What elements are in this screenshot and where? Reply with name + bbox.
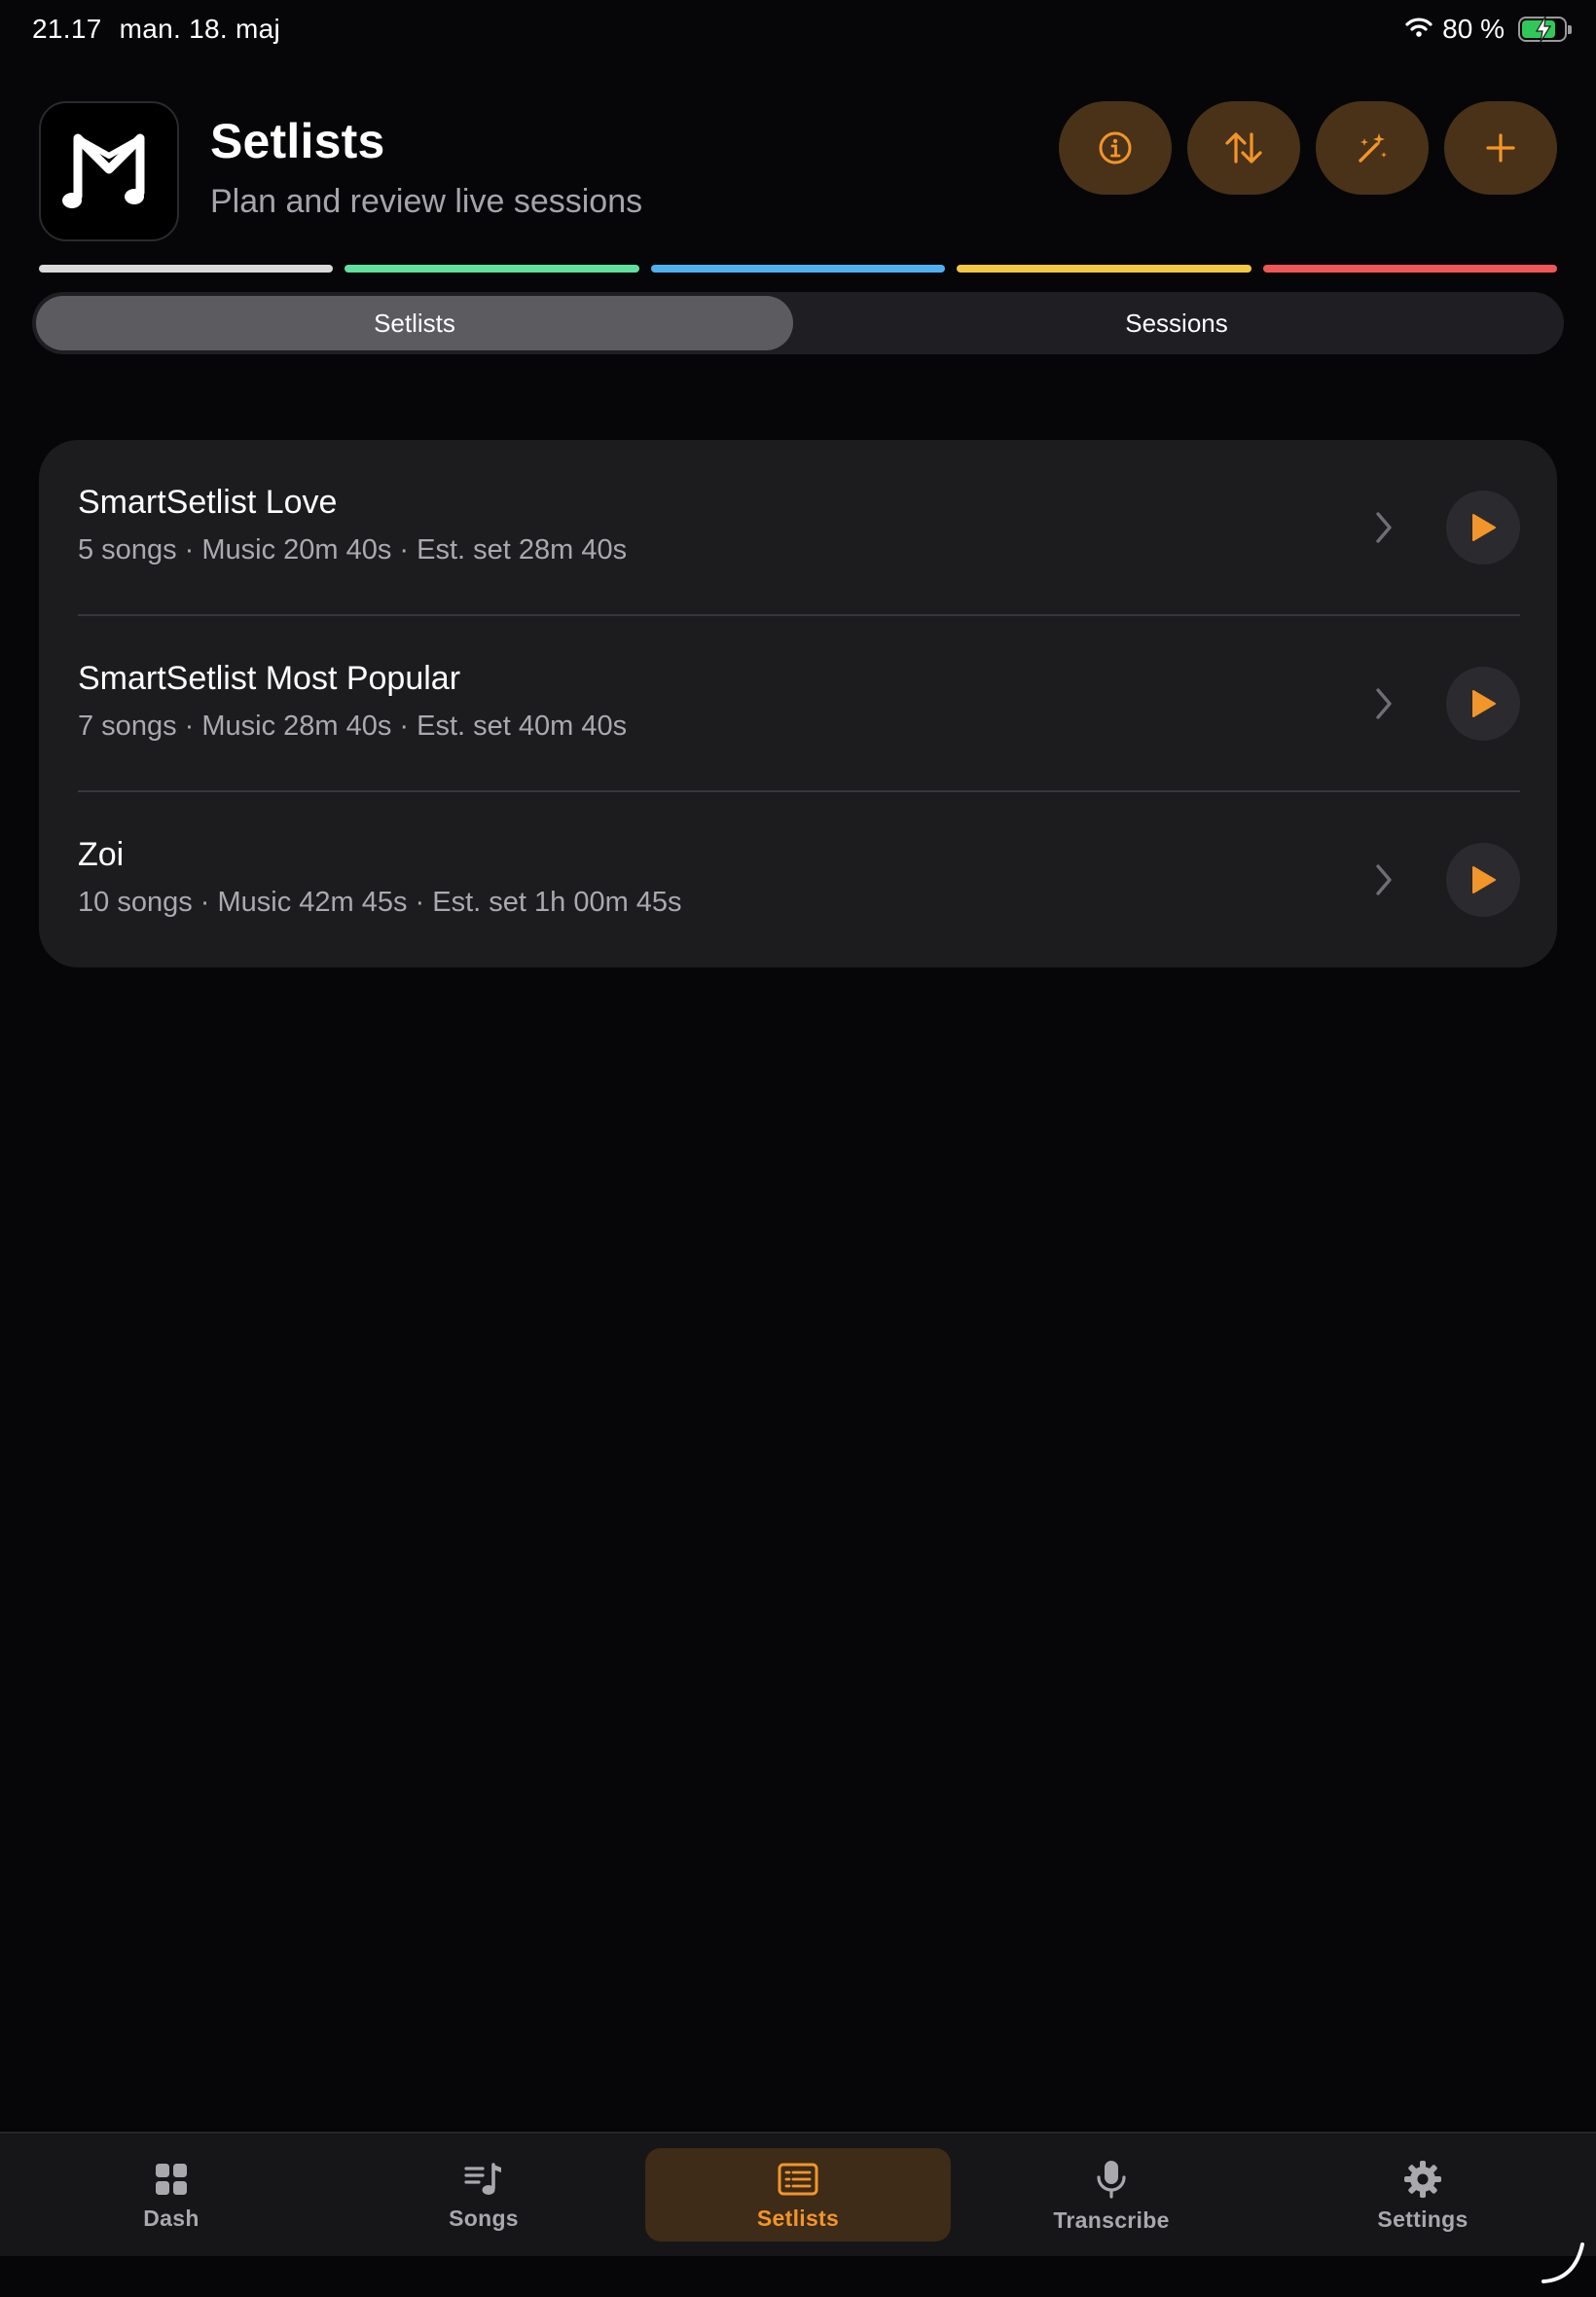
status-indicators: 80 % [1405, 14, 1572, 45]
microphone-icon [1097, 2160, 1126, 2199]
tab-transcribe[interactable]: Transcribe [956, 2133, 1267, 2258]
smart-generate-button[interactable] [1316, 101, 1429, 195]
status-time: 21.17 [32, 14, 102, 44]
segment-sessions[interactable]: Sessions [793, 296, 1560, 350]
setlist-icon [778, 2163, 818, 2195]
tab-label: Setlists [756, 2205, 840, 2231]
setlist-name: SmartSetlist Most Popular [78, 660, 461, 697]
magic-wand-icon [1359, 133, 1387, 163]
home-indicator-corner [1542, 2242, 1584, 2283]
battery-percent: 80 % [1442, 14, 1505, 44]
setlist-meta: 10 songs · Music 42m 45s · Est. set 1h 0… [78, 887, 682, 918]
color-strip [957, 265, 1251, 273]
color-strip [650, 265, 946, 273]
add-setlist-button[interactable] [1444, 101, 1557, 195]
sort-button[interactable] [1187, 101, 1300, 195]
setlist-row[interactable]: Zoi 10 songs · Music 42m 45s · Est. set … [39, 792, 1557, 967]
play-icon [1472, 866, 1496, 893]
color-strip [1262, 265, 1558, 273]
sort-icon [1225, 132, 1262, 164]
info-icon [1099, 131, 1132, 164]
setlist-name: SmartSetlist Love [78, 484, 338, 521]
play-icon [1472, 690, 1496, 717]
info-button[interactable] [1059, 101, 1172, 195]
battery-icon [1518, 16, 1572, 43]
tab-label: Settings [1377, 2206, 1469, 2232]
color-strip [345, 265, 639, 273]
tab-label: Transcribe [1053, 2206, 1170, 2233]
page-title: Setlists [210, 114, 385, 168]
page-subtitle: Plan and review live sessions [210, 183, 643, 220]
grid-icon [156, 2163, 187, 2195]
setlist-list: SmartSetlist Love 5 songs · Music 20m 40… [39, 440, 1557, 967]
segment-setlists[interactable]: Setlists [36, 296, 793, 350]
play-setlist-button[interactable] [1446, 491, 1520, 565]
tab-label: Dash [143, 2205, 200, 2231]
chevron-right-icon[interactable] [1374, 862, 1394, 897]
chevron-right-icon[interactable] [1374, 686, 1394, 721]
setlist-meta: 7 songs · Music 28m 40s · Est. set 40m 4… [78, 711, 628, 742]
play-icon [1472, 514, 1496, 541]
color-strip [39, 265, 334, 273]
app-screen: 21.17 man. 18. maj 80 % Setlists Plan an… [0, 0, 1596, 2297]
gear-icon [1404, 2160, 1441, 2198]
play-setlist-button[interactable] [1446, 667, 1520, 741]
music-list-icon [464, 2162, 501, 2195]
status-date: man. 18. maj [119, 14, 281, 44]
tab-label: Songs [449, 2205, 519, 2231]
chevron-right-icon[interactable] [1374, 510, 1394, 545]
tab-songs[interactable]: Songs [328, 2133, 639, 2258]
setlist-meta: 5 songs · Music 20m 40s · Est. set 28m 4… [78, 534, 628, 565]
charging-bolt-icon [1535, 16, 1552, 43]
tab-bar: Dash Songs Setlists Transcribe Settings [0, 2132, 1596, 2256]
tab-dash[interactable]: Dash [16, 2133, 327, 2258]
title-block: Setlists Plan and review live sessions [210, 113, 642, 221]
header-actions [1059, 101, 1557, 195]
wifi-icon [1405, 14, 1433, 45]
color-strips [39, 265, 1558, 273]
setlist-name: Zoi [78, 836, 125, 873]
tab-setlists[interactable]: Setlists [642, 2133, 954, 2258]
music-m-logo-icon [39, 101, 179, 241]
page-header: Setlists Plan and review live sessions [39, 101, 1557, 241]
status-bar: 21.17 man. 18. maj 80 % [0, 0, 1596, 62]
setlist-row[interactable]: SmartSetlist Most Popular 7 songs · Musi… [39, 616, 1557, 792]
setlist-row[interactable]: SmartSetlist Love 5 songs · Music 20m 40… [39, 440, 1557, 616]
status-clock: 21.17 man. 18. maj [32, 14, 280, 45]
plus-icon [1486, 133, 1515, 163]
view-segmented-control: Setlists Sessions [32, 292, 1564, 354]
tab-settings[interactable]: Settings [1267, 2133, 1578, 2258]
play-setlist-button[interactable] [1446, 843, 1520, 917]
